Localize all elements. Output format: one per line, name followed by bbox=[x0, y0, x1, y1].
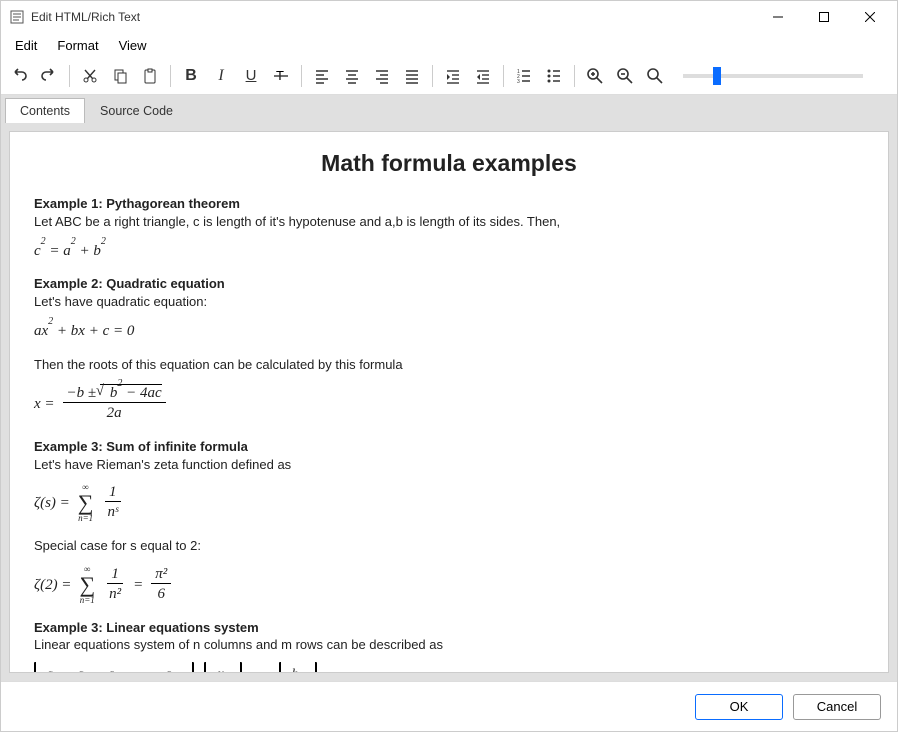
align-justify-icon[interactable] bbox=[398, 62, 426, 90]
zoom-reset-icon[interactable] bbox=[641, 62, 669, 90]
example3-head: Example 3: Sum of infinite formula bbox=[34, 438, 864, 456]
indent-increase-icon[interactable] bbox=[439, 62, 467, 90]
toolbar: B I U T 123 bbox=[1, 57, 897, 95]
example2-formula1: ax2 + bx + c = 0 bbox=[34, 320, 864, 341]
separator bbox=[301, 65, 302, 87]
minimize-button[interactable] bbox=[755, 1, 801, 33]
separator bbox=[69, 65, 70, 87]
menu-edit[interactable]: Edit bbox=[5, 36, 47, 55]
example4-matrices: a₁₁a₁₂a₁₃…a₁ₙ a₂₁a₂₂a₂₃…a₂ₙ ⋮⋮⋮⋮ x₁ x₂ ⋮… bbox=[34, 662, 864, 673]
editor-content[interactable]: Math formula examples Example 1: Pythago… bbox=[9, 131, 889, 673]
italic-icon[interactable]: I bbox=[207, 62, 235, 90]
example3-zeta: ζ(s) = ∞ ∑ n=1 1 nˢ bbox=[34, 483, 864, 523]
page-title: Math formula examples bbox=[34, 148, 864, 179]
menubar: Edit Format View bbox=[1, 33, 897, 57]
content-host: Math formula examples Example 1: Pythago… bbox=[1, 123, 897, 681]
example3-body1: Let's have Rieman's zeta function define… bbox=[34, 456, 864, 474]
cancel-button[interactable]: Cancel bbox=[793, 694, 881, 720]
zoom-in-icon[interactable] bbox=[581, 62, 609, 90]
paste-icon[interactable] bbox=[136, 62, 164, 90]
align-center-icon[interactable] bbox=[338, 62, 366, 90]
separator bbox=[574, 65, 575, 87]
menu-view[interactable]: View bbox=[109, 36, 157, 55]
titlebar: Edit HTML/Rich Text bbox=[1, 1, 897, 33]
align-left-icon[interactable] bbox=[308, 62, 336, 90]
example1-head: Example 1: Pythagorean theorem bbox=[34, 195, 864, 213]
example2-body2: Then the roots of this equation can be c… bbox=[34, 356, 864, 374]
vector-b: b₁ b₂ ⋮ bbox=[279, 662, 317, 673]
close-button[interactable] bbox=[847, 1, 893, 33]
example4-head: Example 3: Linear equations system bbox=[34, 619, 864, 637]
example2-formula2: x = −b ± b2 − 4ac 2a bbox=[34, 383, 864, 424]
svg-text:3: 3 bbox=[517, 79, 520, 84]
cut-icon[interactable] bbox=[76, 62, 104, 90]
window-title: Edit HTML/Rich Text bbox=[31, 10, 755, 24]
zoom-slider[interactable] bbox=[683, 74, 863, 78]
tab-contents[interactable]: Contents bbox=[5, 98, 85, 123]
example3-body2: Special case for s equal to 2: bbox=[34, 537, 864, 555]
matrix-a: a₁₁a₁₂a₁₃…a₁ₙ a₂₁a₂₂a₂₃…a₂ₙ ⋮⋮⋮⋮ bbox=[34, 662, 194, 673]
list-ordered-icon[interactable]: 123 bbox=[510, 62, 538, 90]
app-icon bbox=[9, 9, 25, 25]
ok-button[interactable]: OK bbox=[695, 694, 783, 720]
strike-icon[interactable]: T bbox=[267, 62, 295, 90]
copy-icon[interactable] bbox=[106, 62, 134, 90]
zoom-slider-thumb[interactable] bbox=[713, 67, 721, 85]
redo-icon[interactable] bbox=[35, 62, 63, 90]
footer: OK Cancel bbox=[1, 681, 897, 731]
tabstrip: Contents Source Code bbox=[1, 95, 897, 123]
example2-body1: Let's have quadratic equation: bbox=[34, 293, 864, 311]
list-bullet-icon[interactable] bbox=[540, 62, 568, 90]
underline-icon[interactable]: U bbox=[237, 62, 265, 90]
bold-icon[interactable]: B bbox=[177, 62, 205, 90]
zoom-out-icon[interactable] bbox=[611, 62, 639, 90]
separator bbox=[432, 65, 433, 87]
example3-zeta2: ζ(2) = ∞ ∑ n=1 1 n² = π² 6 bbox=[34, 565, 864, 605]
separator bbox=[170, 65, 171, 87]
example1-formula: c2 = a2 + b2 bbox=[34, 240, 864, 261]
separator bbox=[503, 65, 504, 87]
vector-x: x₁ x₂ ⋮ bbox=[204, 662, 242, 673]
align-right-icon[interactable] bbox=[368, 62, 396, 90]
tab-source-code[interactable]: Source Code bbox=[85, 98, 188, 123]
example2-head: Example 2: Quadratic equation bbox=[34, 275, 864, 293]
menu-format[interactable]: Format bbox=[47, 36, 108, 55]
example1-body: Let ABC be a right triangle, c is length… bbox=[34, 213, 864, 231]
undo-icon[interactable] bbox=[5, 62, 33, 90]
indent-decrease-icon[interactable] bbox=[469, 62, 497, 90]
example4-body: Linear equations system of n columns and… bbox=[34, 636, 864, 654]
maximize-button[interactable] bbox=[801, 1, 847, 33]
